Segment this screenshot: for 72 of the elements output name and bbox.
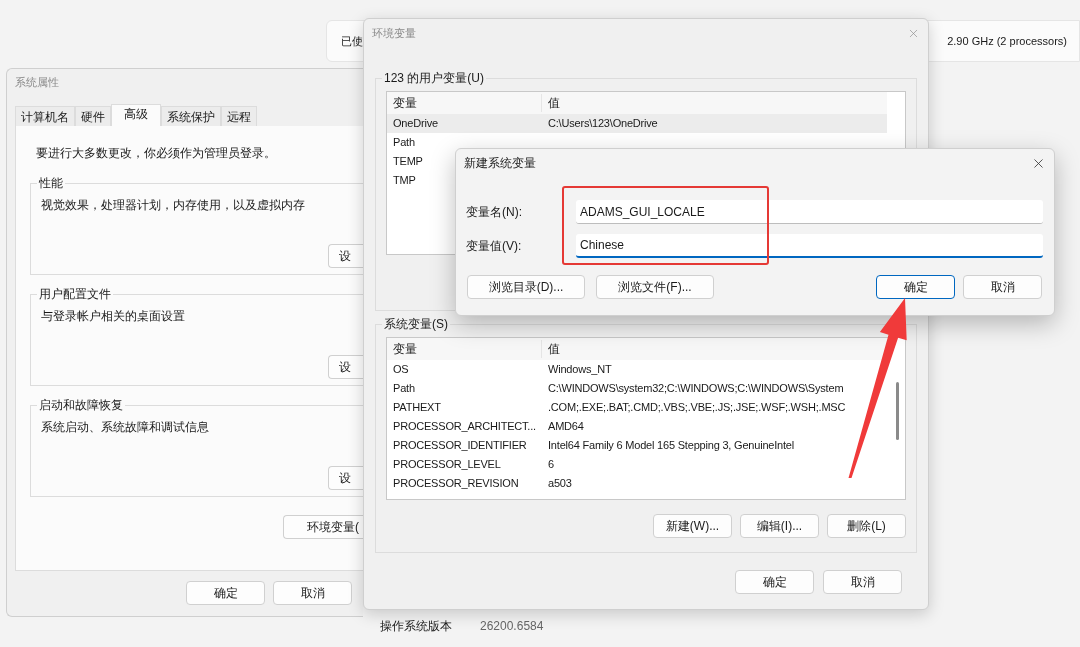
- group-title: 性能: [38, 175, 64, 192]
- edit-button[interactable]: 编辑(I)...: [740, 514, 819, 538]
- ok-button[interactable]: 确定: [876, 275, 955, 299]
- ok-button[interactable]: 确定: [735, 570, 814, 594]
- group-title: 用户配置文件: [38, 286, 112, 303]
- scrollbar-thumb[interactable]: [896, 382, 899, 440]
- variable-name: OS: [393, 362, 409, 378]
- variable-value: Windows_NT: [548, 362, 612, 378]
- variable-row[interactable]: Path: [387, 133, 887, 152]
- delete-button[interactable]: 删除(L): [827, 514, 906, 538]
- variable-value: .COM;.EXE;.BAT;.CMD;.VBS;.VBE;.JS;.JSE;.WSF;.WSH;.MSC: [548, 400, 846, 416]
- variable-name: Path: [393, 135, 415, 151]
- variable-row[interactable]: OneDrive C:\Users\123\OneDrive: [387, 114, 887, 133]
- field-label: 变量值(V):: [465, 238, 523, 255]
- browse-file-button[interactable]: 浏览文件(F)...: [596, 275, 714, 299]
- group-title: 启动和故障恢复: [38, 397, 124, 414]
- column-header[interactable]: 变量: [387, 94, 542, 112]
- field-label: 变量名(N):: [465, 204, 523, 221]
- tab[interactable]: 计算机名: [15, 106, 75, 126]
- variable-row[interactable]: Path C:\WINDOWS\system32;C:\WINDOWS;C:\WINDOWS\System: [387, 379, 844, 398]
- variable-name: TMP: [393, 173, 416, 189]
- variable-name: PROCESSOR_LEVEL: [393, 457, 501, 473]
- group-description: 系统启动、系统故障和调试信息: [41, 419, 210, 436]
- cancel-button[interactable]: 取消: [963, 275, 1042, 299]
- text-field[interactable]: Chinese: [576, 234, 1043, 258]
- variable-name: Path: [393, 381, 415, 397]
- variable-row[interactable]: PROCESSOR_IDENTIFIER Intel64 Family 6 Model 165 Stepping 3, GenuineIntel: [387, 436, 795, 455]
- settings-button[interactable]: 设: [328, 244, 363, 268]
- window-title: 系统属性: [15, 74, 59, 90]
- column-header[interactable]: 变量: [387, 340, 542, 358]
- tab[interactable]: 远程: [221, 106, 257, 126]
- group-title: 123 的用户变量(U): [383, 70, 485, 87]
- new-button[interactable]: 新建(W)...: [653, 514, 732, 538]
- group-title: 系统变量(S): [383, 316, 449, 333]
- tab[interactable]: 硬件: [75, 106, 111, 126]
- variable-name: OneDrive: [393, 116, 438, 132]
- settings-button[interactable]: 设: [328, 355, 363, 379]
- browse-folder-button[interactable]: 浏览目录(D)...: [467, 275, 585, 299]
- column-header[interactable]: 值: [542, 340, 560, 358]
- settings-button[interactable]: 设: [328, 466, 363, 490]
- ok-button[interactable]: 确定: [186, 581, 265, 605]
- variable-value: 6: [548, 457, 554, 473]
- card-text: 已使: [341, 33, 363, 49]
- variable-value: Intel64 Family 6 Model 165 Stepping 3, GenuineIntel: [548, 438, 795, 454]
- card-text: 2.90 GHz (2 processors): [947, 33, 1067, 49]
- variable-name: PROCESSOR_IDENTIFIER: [393, 438, 527, 454]
- notice-text: 要进行大多数更改，你必须作为管理员登录。: [36, 145, 277, 162]
- variable-row[interactable]: PROCESSOR_ARCHITECT... AMD64: [387, 417, 584, 436]
- column-header[interactable]: 值: [542, 94, 560, 112]
- window-title: 新建系统变量: [464, 155, 536, 172]
- variable-value: a503: [548, 476, 572, 492]
- info-label: 操作系统版本: [380, 618, 452, 635]
- tab[interactable]: 高级: [111, 104, 161, 126]
- environment-variables-button[interactable]: 环境变量(: [283, 515, 363, 539]
- variable-name: PATHEXT: [393, 400, 441, 416]
- text-field[interactable]: ADAMS_GUI_LOCALE: [576, 200, 1043, 224]
- variable-value: C:\Users\123\OneDrive: [548, 116, 658, 132]
- variable-value: C:\WINDOWS\system32;C:\WINDOWS;C:\WINDOWS\System: [548, 381, 844, 397]
- group-description: 与登录帐户相关的桌面设置: [41, 308, 186, 325]
- variable-name: PROCESSOR_REVISION: [393, 476, 519, 492]
- group-description: 视觉效果，处理器计划，内存使用，以及虚拟内存: [41, 197, 306, 214]
- variable-row[interactable]: PROCESSOR_REVISION a503: [387, 474, 572, 493]
- cancel-button[interactable]: 取消: [823, 570, 902, 594]
- info-value: 26200.6584: [480, 618, 544, 635]
- window-title: 环境变量: [372, 25, 416, 41]
- tab[interactable]: 系统保护: [161, 106, 221, 126]
- variable-row[interactable]: OS Windows_NT: [387, 360, 612, 379]
- variable-row[interactable]: PATHEXT .COM;.EXE;.BAT;.CMD;.VBS;.VBE;.JS;.JSE;.WSF;.WSH;.MSC: [387, 398, 846, 417]
- variable-name: PROCESSOR_ARCHITECT...: [393, 419, 536, 435]
- variable-value: AMD64: [548, 419, 584, 435]
- cancel-button[interactable]: 取消: [273, 581, 352, 605]
- variable-row[interactable]: PROCESSOR_LEVEL 6: [387, 455, 554, 474]
